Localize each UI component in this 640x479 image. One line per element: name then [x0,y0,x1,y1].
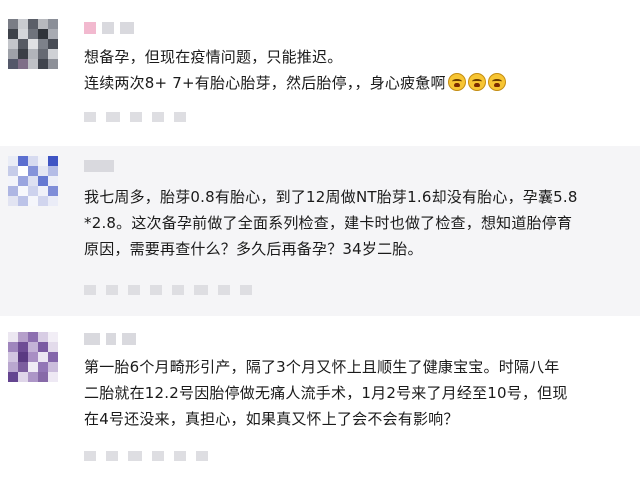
comment-meta-blurred [84,111,186,123]
comment-line: 连续两次8+ 7+有胎心胎芽，然后胎停，，身心疲惫啊 [84,70,640,96]
comment-meta-blurred [84,284,252,296]
comment-line: 二胎就在12.2号因胎停做无痛人流手术，1月2号来了月经至10号，但现 [84,384,568,402]
comment-item[interactable]: 想备孕，但现在疫情问题，只能推迟。 连续两次8+ 7+有胎心胎芽，然后胎停，，身… [0,0,640,146]
username-blurred[interactable] [84,159,114,173]
comment-item[interactable]: 我七周多，胎芽0.8有胎心，到了12周做NT胎芽1.6却没有胎心，孕囊5.8 *… [0,146,640,316]
avatar[interactable] [8,332,58,382]
avatar[interactable] [8,156,58,206]
crying-face-icon [467,73,486,91]
comment-feed: 想备孕，但现在疫情问题，只能推迟。 连续两次8+ 7+有胎心胎芽，然后胎停，，身… [0,0,640,479]
username-blurred[interactable] [84,21,134,35]
comment-text: 我七周多，胎芽0.8有胎心，到了12周做NT胎芽1.6却没有胎心，孕囊5.8 *… [84,184,640,262]
comment-line: 第一胎6个月畸形引产，隔了3个月又怀上且顺生了健康宝宝。时隔八年 [84,358,560,376]
comment-line: 在4号还没来，真担心，如果真又怀上了会不会有影响？ [84,410,459,428]
crying-face-icon [447,73,466,91]
avatar[interactable] [8,19,58,69]
comment-line: 想备孕，但现在疫情问题，只能推迟。 [84,48,343,66]
comment-line: *2.8。这次备孕前做了全面系列检查，建卡时也做了检查，想知道胎停育 [84,214,573,232]
crying-face-icon [487,73,506,91]
comment-text: 第一胎6个月畸形引产，隔了3个月又怀上且顺生了健康宝宝。时隔八年 二胎就在12.… [84,354,640,432]
comment-line: 我七周多，胎芽0.8有胎心，到了12周做NT胎芽1.6却没有胎心，孕囊5.8 [84,188,578,206]
username-blurred[interactable] [84,332,136,346]
comment-line: 原因，需要再查什么？多久后再备孕？34岁二胎。 [84,240,423,258]
comment-item[interactable]: 第一胎6个月畸形引产，隔了3个月又怀上且顺生了健康宝宝。时隔八年 二胎就在12.… [0,316,640,479]
comment-line-text: 连续两次8+ 7+有胎心胎芽，然后胎停，，身心疲惫啊 [84,74,446,92]
comment-meta-blurred [84,450,208,462]
comment-text: 想备孕，但现在疫情问题，只能推迟。 连续两次8+ 7+有胎心胎芽，然后胎停，，身… [84,44,640,96]
